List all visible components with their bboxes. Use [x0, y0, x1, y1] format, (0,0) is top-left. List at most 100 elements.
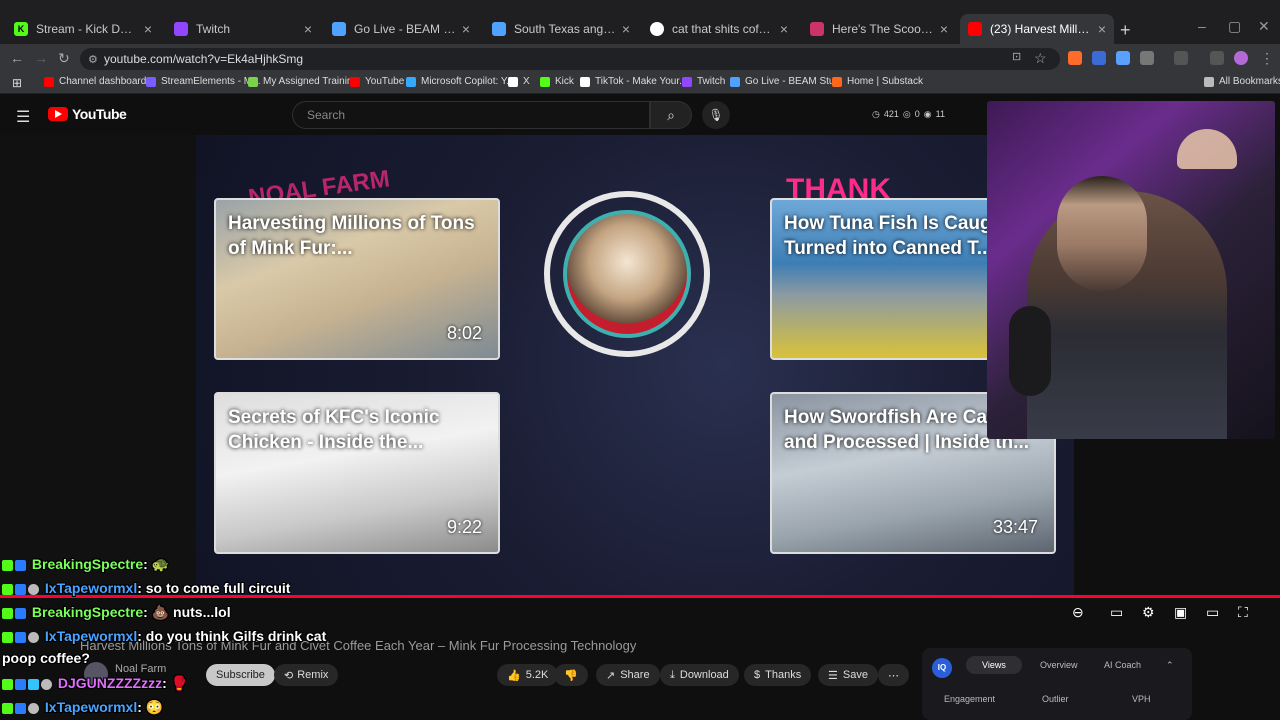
window-close-icon[interactable]: ✕: [1258, 18, 1270, 35]
sub-badge-icon: [28, 583, 39, 595]
chat-message-continued: poop coffee?: [2, 650, 90, 666]
extension-icon[interactable]: [1116, 51, 1130, 65]
all-bookmarks[interactable]: All Bookmarks: [1204, 76, 1280, 87]
tab-twitch[interactable]: Twitch ×: [166, 14, 320, 44]
bookmark-label: Channel dashboard...: [59, 76, 155, 87]
chat-username: BreakingSpectre: [31, 604, 144, 620]
sidepanel-icon[interactable]: [1174, 51, 1188, 65]
extension-icon[interactable]: [1068, 51, 1082, 65]
maximize-icon[interactable]: ▢: [1228, 18, 1241, 35]
bookmark-item[interactable]: Twitch: [682, 76, 725, 87]
share-icon: ↗: [606, 669, 616, 682]
extension-icon[interactable]: [1092, 51, 1106, 65]
settings-gear-icon[interactable]: ⚙: [1142, 604, 1155, 621]
label-outlier: Outlier: [1042, 694, 1069, 704]
close-icon[interactable]: ×: [462, 21, 470, 37]
tab-beam[interactable]: Go Live - BEAM Studio ×: [324, 14, 478, 44]
video-card-title: Secrets of KFC's Iconic Chicken - Inside…: [228, 407, 440, 453]
close-icon[interactable]: ×: [622, 21, 630, 37]
label-vph: VPH: [1132, 694, 1151, 704]
subscribe-button[interactable]: Subscribe: [206, 664, 275, 686]
kick-icon: [2, 678, 13, 690]
youtube-logo[interactable]: YouTube: [48, 106, 127, 122]
remix-button[interactable]: ⟲ Remix: [274, 664, 339, 686]
tab-overview[interactable]: Overview: [1040, 660, 1078, 670]
minimize-icon[interactable]: –: [1198, 18, 1206, 34]
more-actions-button[interactable]: ⋯: [878, 664, 909, 686]
like-button[interactable]: 👍 5.2K: [497, 664, 559, 686]
mod-badge-icon: [15, 678, 26, 690]
bookmark-item[interactable]: Channel dashboard...: [44, 76, 155, 87]
tab-views[interactable]: Views: [966, 656, 1022, 674]
thanks-button[interactable]: $ Thanks: [744, 664, 812, 686]
channel-name[interactable]: Noal Farm: [115, 663, 166, 675]
bookmark-label: TikTok - Make Your...: [595, 76, 688, 87]
streamer-face: [1057, 176, 1147, 291]
menu-icon[interactable]: [1210, 51, 1224, 65]
forward-icon[interactable]: →: [34, 50, 48, 66]
url-field[interactable]: ⚙ youtube.com/watch?v=Ek4aHjhkSmg: [80, 48, 1060, 70]
bookmark-label: Go Live - BEAM Stu...: [745, 76, 843, 87]
tab-label: Twitch: [196, 22, 231, 36]
tab-cat-poop[interactable]: Here's The Scoop On Cat Poop ×: [802, 14, 956, 44]
tab-youtube-active[interactable]: (23) Harvest Millions Tons of M ×: [960, 14, 1114, 44]
voice-search-button[interactable]: 🎙: [702, 101, 730, 129]
hamburger-menu-icon[interactable]: ☰: [16, 107, 30, 127]
close-icon[interactable]: ×: [1098, 21, 1106, 37]
fullscreen-icon[interactable]: ⛶: [1238, 604, 1248, 621]
kick-icon: [2, 559, 13, 571]
new-tab-plus-icon[interactable]: +: [1120, 20, 1131, 41]
sub-badge-icon: [41, 678, 52, 690]
bookmark-item[interactable]: YouTube: [350, 76, 404, 87]
search-input[interactable]: Search: [292, 101, 650, 129]
profile-avatar-icon[interactable]: [1234, 51, 1248, 65]
apps-grid-icon[interactable]: ⊞: [12, 76, 22, 90]
beam-icon: [730, 76, 740, 87]
close-icon[interactable]: ×: [780, 21, 788, 37]
kebab-menu-icon[interactable]: ⋮: [1260, 50, 1274, 67]
dislike-button[interactable]: 👎: [554, 664, 588, 686]
bookmark-star-icon[interactable]: ☆: [1034, 50, 1047, 67]
video-card-title: Harvesting Millions of Tons of Mink Fur:…: [228, 213, 475, 259]
bookmark-item[interactable]: Go Live - BEAM Stu...: [730, 76, 843, 87]
bookmark-item[interactable]: Home | Substack: [832, 76, 923, 87]
close-icon[interactable]: ×: [144, 21, 152, 37]
bookmark-item[interactable]: X: [508, 76, 530, 87]
captions-icon[interactable]: ▭: [1110, 604, 1123, 621]
bookmark-item[interactable]: Kick: [540, 76, 574, 87]
autoplay-toggle-icon[interactable]: ⊖: [1072, 604, 1084, 621]
bookmark-item[interactable]: Microsoft Copilot: Y...: [406, 76, 515, 87]
bookmark-item[interactable]: TikTok - Make Your...: [580, 76, 687, 87]
bookmark-item[interactable]: My Assigned Training: [248, 76, 358, 87]
tab-google[interactable]: cat that shits coffee beans - Go ×: [642, 14, 796, 44]
collapse-chevron-icon[interactable]: ⌃: [1166, 660, 1174, 671]
microphone-stand: [1009, 306, 1051, 396]
download-button[interactable]: ⤓ Download: [660, 664, 739, 686]
share-button[interactable]: ↗ Share: [596, 664, 660, 686]
endscreen-video-card[interactable]: Harvesting Millions of Tons of Mink Fur:…: [214, 198, 500, 360]
bookmark-item[interactable]: StreamElements - M...: [146, 76, 260, 87]
close-icon[interactable]: ×: [940, 21, 948, 37]
reload-icon[interactable]: ↻: [58, 50, 70, 67]
endscreen-video-card[interactable]: Secrets of KFC's Iconic Chicken - Inside…: [214, 392, 500, 554]
puzzle-icon[interactable]: [1140, 51, 1154, 65]
tab-label: Stream - Kick Dashboard: [36, 22, 138, 36]
video-player[interactable]: NOAL FARM THANK Harvesting Millions of T…: [196, 135, 1074, 595]
search-button[interactable]: ⌕: [650, 101, 692, 129]
save-button[interactable]: ☰ Save: [818, 664, 878, 686]
download-label: Download: [679, 669, 729, 681]
site-info-icon[interactable]: ⚙: [88, 53, 98, 66]
theater-mode-icon[interactable]: ▭: [1206, 604, 1219, 621]
streamelements-icon: [146, 76, 156, 87]
chat-text: : 💩 nuts...lol: [143, 604, 231, 620]
vidiq-icon[interactable]: IQ: [932, 658, 952, 678]
tab-kick[interactable]: K Stream - Kick Dashboard ×: [6, 14, 160, 44]
back-icon[interactable]: ←: [10, 50, 24, 66]
tab-ai-coach[interactable]: AI Coach: [1104, 660, 1141, 670]
install-app-icon[interactable]: ⊡: [1012, 50, 1021, 63]
close-icon[interactable]: ×: [304, 21, 312, 37]
channel-logo[interactable]: [544, 191, 710, 357]
tab-news[interactable]: South Texas angler lands near- ×: [484, 14, 638, 44]
chat-message: DJGUNZZZZzzz: 🥊: [2, 675, 188, 692]
miniplayer-icon[interactable]: ▣: [1174, 604, 1187, 621]
